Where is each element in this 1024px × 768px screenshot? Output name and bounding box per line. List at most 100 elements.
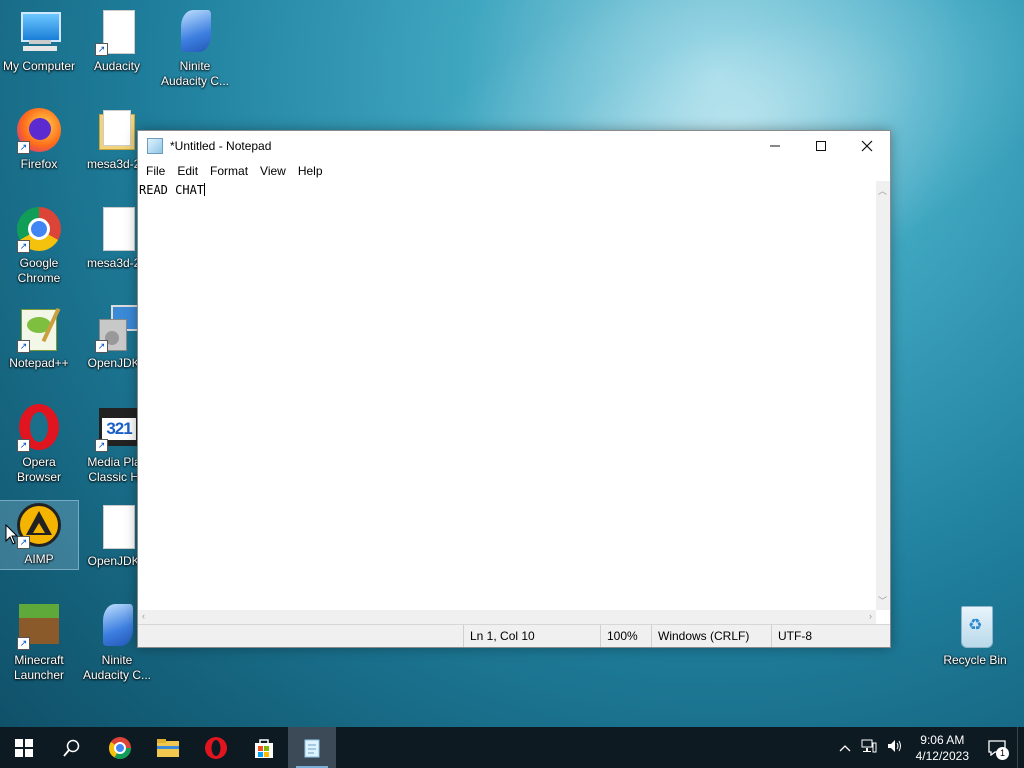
scroll-down-icon[interactable]: ﹀ bbox=[878, 594, 887, 607]
shortcut-arrow-icon: ↗ bbox=[17, 240, 30, 253]
scroll-up-icon[interactable]: ︿ bbox=[878, 184, 887, 197]
shortcut-arrow-icon: ↗ bbox=[95, 43, 108, 56]
notepad-plus-plus-icon: ↗ bbox=[15, 305, 63, 353]
opera-icon bbox=[205, 736, 227, 759]
minimize-icon bbox=[770, 145, 780, 147]
volume-icon[interactable] bbox=[882, 739, 908, 756]
computer-icon bbox=[15, 8, 63, 56]
desktop-icon-label: Ninite Audacity C... bbox=[160, 59, 230, 88]
menu-edit[interactable]: Edit bbox=[171, 164, 204, 178]
system-tray: 9:06 AM 4/12/2023 1 bbox=[834, 727, 1024, 768]
windows-logo-icon bbox=[15, 738, 33, 757]
shortcut-arrow-icon: ↗ bbox=[95, 340, 108, 353]
installer-icon: ↗ bbox=[93, 305, 143, 353]
minecraft-icon: ↗ bbox=[15, 602, 63, 650]
shortcut-arrow-icon: ↗ bbox=[17, 340, 30, 353]
recycle-bin-icon: ♻ bbox=[951, 602, 999, 650]
desktop-icon-label: Notepad++ bbox=[9, 356, 69, 370]
desktop-icon-notepad-plus-plus[interactable]: ↗ Notepad++ bbox=[0, 305, 78, 371]
notepad-icon bbox=[147, 138, 163, 154]
taskbar-opera[interactable] bbox=[192, 727, 240, 768]
taskbar: 9:06 AM 4/12/2023 1 bbox=[0, 727, 1024, 768]
vertical-scrollbar[interactable]: ︿ ﹀ bbox=[876, 181, 890, 610]
clock-time: 9:06 AM bbox=[920, 732, 965, 747]
tray-overflow-chevron-icon[interactable] bbox=[834, 741, 856, 755]
network-icon[interactable] bbox=[856, 739, 882, 756]
desktop-icon-firefox[interactable]: ↗ Firefox bbox=[0, 106, 78, 172]
menu-help[interactable]: Help bbox=[292, 164, 329, 178]
editor-content: READ CHAT bbox=[139, 183, 205, 197]
ninite-icon bbox=[171, 8, 219, 56]
scroll-right-icon[interactable]: › bbox=[869, 611, 872, 621]
status-cursor-position: Ln 1, Col 10 bbox=[463, 625, 600, 647]
notification-center-button[interactable]: 1 bbox=[977, 727, 1017, 768]
desktop-icon-google-chrome[interactable]: ↗ Google Chrome bbox=[0, 205, 78, 286]
desktop-icon-ninite-audacity[interactable]: Ninite Audacity C... bbox=[156, 8, 234, 89]
title-bar[interactable]: *Untitled - Notepad bbox=[138, 131, 890, 161]
chrome-icon: ↗ bbox=[15, 205, 63, 253]
desktop-icon-label: Firefox bbox=[20, 157, 58, 171]
media-player-icon: 321 ↗ bbox=[93, 404, 141, 452]
maximize-button[interactable] bbox=[798, 131, 844, 161]
aimp-icon: ↗ bbox=[15, 501, 63, 549]
clock[interactable]: 9:06 AM 4/12/2023 bbox=[908, 732, 977, 764]
status-bar: Ln 1, Col 10 100% Windows (CRLF) UTF-8 bbox=[138, 624, 890, 647]
file-icon bbox=[93, 503, 141, 551]
desktop-icon-recycle-bin[interactable]: ♻ Recycle Bin bbox=[936, 602, 1014, 668]
ninite-icon bbox=[93, 602, 141, 650]
minimize-button[interactable] bbox=[752, 131, 798, 161]
desktop-icon-audacity[interactable]: ↗ Audacity bbox=[78, 8, 156, 74]
notepad-icon bbox=[304, 739, 320, 757]
desktop-icon-minecraft-launcher[interactable]: ↗ Minecraft Launcher bbox=[0, 602, 78, 683]
search-button[interactable] bbox=[48, 727, 96, 768]
file-icon: ↗ bbox=[93, 8, 141, 56]
file-icon bbox=[93, 205, 141, 253]
shortcut-arrow-icon: ↗ bbox=[17, 637, 30, 650]
close-button[interactable] bbox=[844, 131, 890, 161]
maximize-icon bbox=[816, 141, 826, 151]
show-desktop-button[interactable] bbox=[1017, 727, 1024, 768]
firefox-icon: ↗ bbox=[15, 106, 63, 154]
desktop-icon-label: Ninite Audacity C... bbox=[82, 653, 152, 682]
opera-icon: ↗ bbox=[15, 404, 63, 452]
shortcut-arrow-icon: ↗ bbox=[17, 141, 30, 154]
shortcut-arrow-icon: ↗ bbox=[95, 439, 108, 452]
menu-bar: File Edit Format View Help bbox=[138, 161, 890, 181]
notification-badge: 1 bbox=[996, 747, 1009, 760]
status-zoom: 100% bbox=[600, 625, 652, 647]
notepad-window[interactable]: *Untitled - Notepad File Edit Format Vie… bbox=[137, 130, 891, 648]
desktop-icon-label: Google Chrome bbox=[17, 256, 61, 285]
folder-icon bbox=[93, 106, 141, 154]
close-icon bbox=[861, 140, 873, 152]
menu-file[interactable]: File bbox=[140, 164, 171, 178]
desktop-icon-label: My Computer bbox=[2, 59, 76, 73]
chrome-icon bbox=[109, 736, 131, 759]
taskbar-chrome[interactable] bbox=[96, 727, 144, 768]
clock-date: 4/12/2023 bbox=[915, 748, 969, 763]
status-encoding: UTF-8 bbox=[771, 625, 878, 647]
desktop-icon-label: Opera Browser bbox=[16, 455, 61, 484]
status-line-ending: Windows (CRLF) bbox=[651, 625, 763, 647]
taskbar-notepad[interactable] bbox=[288, 727, 336, 768]
desktop-icon-my-computer[interactable]: My Computer bbox=[0, 8, 78, 74]
horizontal-scrollbar[interactable]: ‹ › bbox=[138, 610, 876, 625]
desktop-icon-opera-browser[interactable]: ↗ Opera Browser bbox=[0, 404, 78, 485]
taskbar-store[interactable] bbox=[240, 727, 288, 768]
menu-view[interactable]: View bbox=[254, 164, 292, 178]
text-editor[interactable]: READ CHAT bbox=[138, 181, 876, 610]
desktop-icon-label: Minecraft Launcher bbox=[13, 653, 65, 682]
search-icon bbox=[63, 739, 80, 757]
shortcut-arrow-icon: ↗ bbox=[17, 439, 30, 452]
desktop-icon-label: Recycle Bin bbox=[943, 653, 1007, 667]
scroll-left-icon[interactable]: ‹ bbox=[142, 611, 145, 621]
desktop-icon-label: Audacity bbox=[93, 59, 141, 73]
menu-format[interactable]: Format bbox=[204, 164, 254, 178]
store-icon bbox=[255, 738, 273, 758]
window-title: *Untitled - Notepad bbox=[170, 139, 272, 153]
mouse-cursor-icon bbox=[5, 524, 19, 545]
taskbar-file-explorer[interactable] bbox=[144, 727, 192, 768]
start-button[interactable] bbox=[0, 727, 48, 768]
desktop-icon-label: AIMP bbox=[24, 552, 54, 566]
folder-icon bbox=[157, 738, 179, 757]
text-caret bbox=[204, 183, 206, 196]
